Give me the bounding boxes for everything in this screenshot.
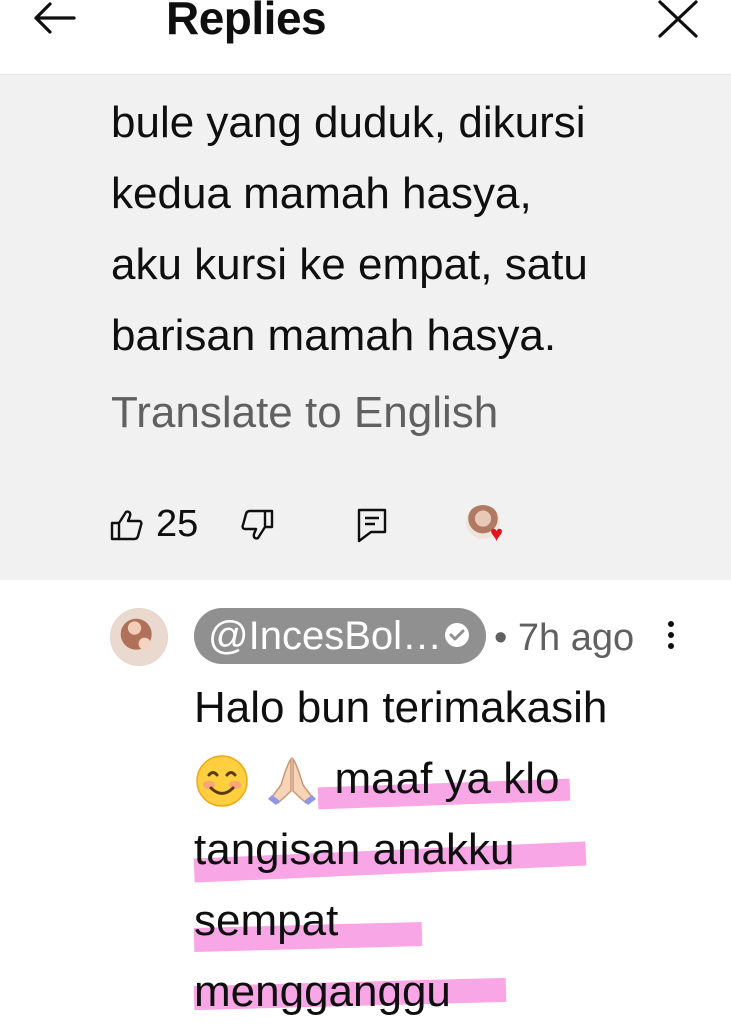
author-name: @IncesBol… xyxy=(208,614,443,658)
back-button[interactable] xyxy=(30,0,82,40)
reply-line-text: sempat xyxy=(194,896,339,945)
comment-line: aku kursi ke empat, satu xyxy=(111,240,588,289)
comment-actions: 25 ♥ xyxy=(0,495,731,555)
reply-line-text: maaf ya klo xyxy=(334,754,560,803)
separator-dot: • xyxy=(494,617,508,659)
smiling-face-emoji-icon xyxy=(196,755,248,808)
translate-link[interactable]: Translate to English xyxy=(111,383,498,443)
back-arrow-icon xyxy=(34,2,76,34)
reply-text: Halo bun terimakasih maaf ya klo tangisa… xyxy=(193,672,724,1027)
comment-meta: • 7h ago xyxy=(494,610,634,666)
close-icon xyxy=(658,0,698,38)
heart-icon: ♥ xyxy=(490,521,504,546)
avatar[interactable] xyxy=(110,608,168,666)
like-button[interactable] xyxy=(110,509,144,546)
like-count: 25 xyxy=(156,503,199,545)
thumbs-down-icon xyxy=(241,509,274,540)
dislike-button[interactable] xyxy=(240,509,274,546)
parent-comment: bule yang duduk, dikursi kedua mamah has… xyxy=(0,75,731,580)
more-vertical-icon xyxy=(668,621,674,649)
reply-line: Halo bun terimakasih xyxy=(194,672,724,743)
reply-line: tangisan anakku xyxy=(193,814,724,885)
comment-line: bule yang duduk, dikursi xyxy=(111,98,586,147)
replies-header: Replies xyxy=(0,0,731,75)
comment-line: barisan mamah hasya. xyxy=(111,311,557,360)
close-button[interactable] xyxy=(652,0,704,40)
reply-line-text: Halo bun terimakasih xyxy=(194,683,608,732)
reply-button[interactable] xyxy=(356,507,388,548)
creator-heart-badge: ♥ xyxy=(466,505,512,547)
thumbs-up-icon xyxy=(110,510,143,541)
timestamp: 7h ago xyxy=(517,617,635,659)
reply-line: mengganggu xyxy=(193,956,724,1027)
comment-line: kedua mamah hasya, xyxy=(111,169,532,218)
page-title: Replies xyxy=(166,0,327,44)
more-options-button[interactable] xyxy=(666,620,676,655)
comment-reply-icon xyxy=(357,508,387,543)
reply-line: sempat xyxy=(193,885,724,956)
reply-comment: @IncesBol… • 7h ago Halo bun terimakasih xyxy=(0,580,731,1024)
verified-check-icon xyxy=(445,623,469,647)
reply-line-text: mengganggu xyxy=(194,967,451,1016)
parent-comment-text: bule yang duduk, dikursi kedua mamah has… xyxy=(111,87,711,371)
reply-line: maaf ya klo xyxy=(194,743,724,814)
reply-line-text: tangisan anakku xyxy=(194,825,515,874)
folded-hands-emoji-icon xyxy=(268,757,317,806)
author-badge[interactable]: @IncesBol… xyxy=(194,608,486,664)
